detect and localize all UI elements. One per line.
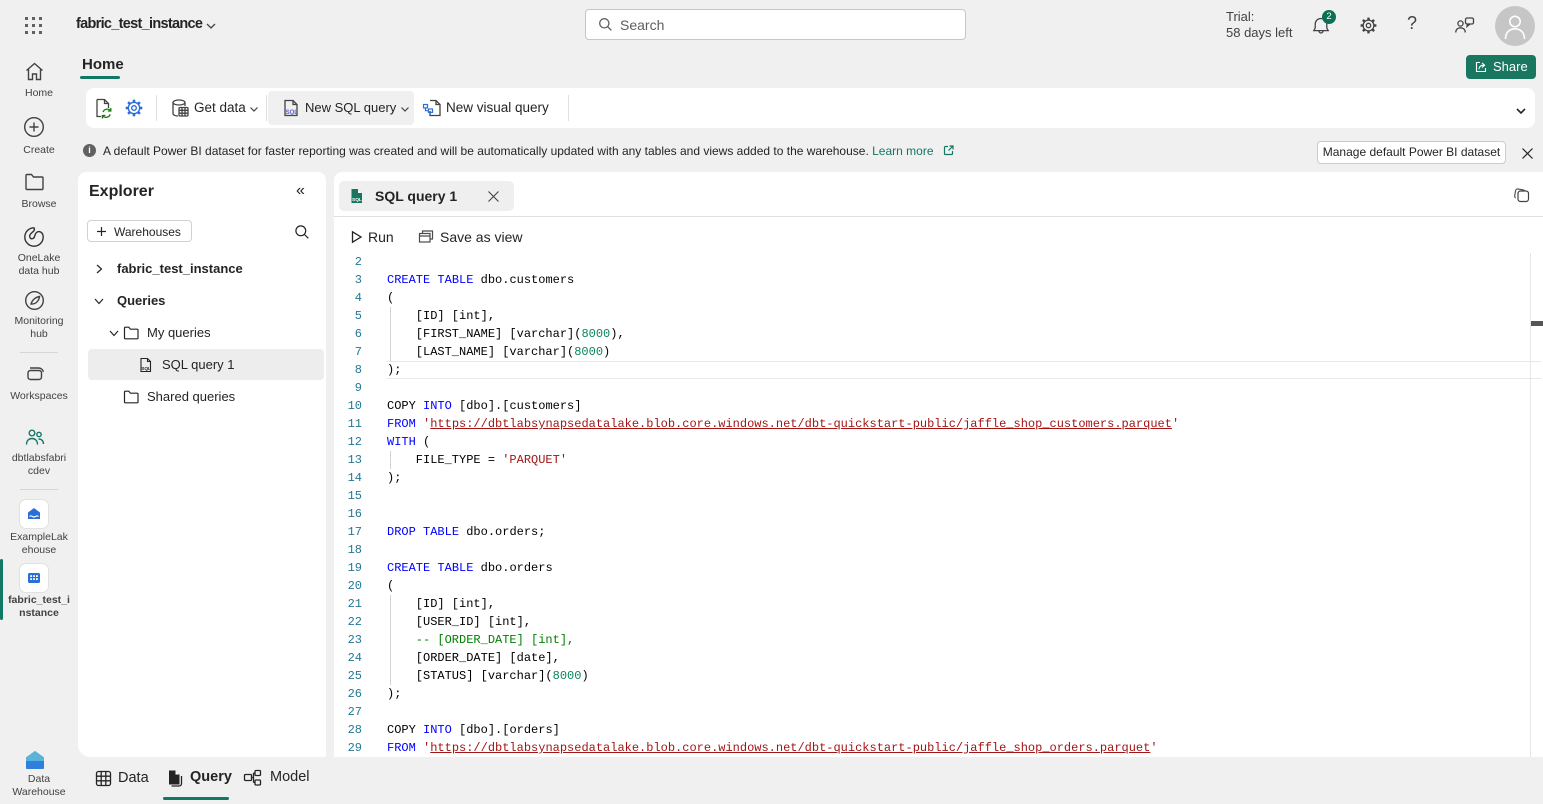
svg-text:SQL: SQL xyxy=(286,110,299,116)
svg-text:SQL: SQL xyxy=(141,366,151,371)
svg-text:SQL: SQL xyxy=(352,197,362,203)
